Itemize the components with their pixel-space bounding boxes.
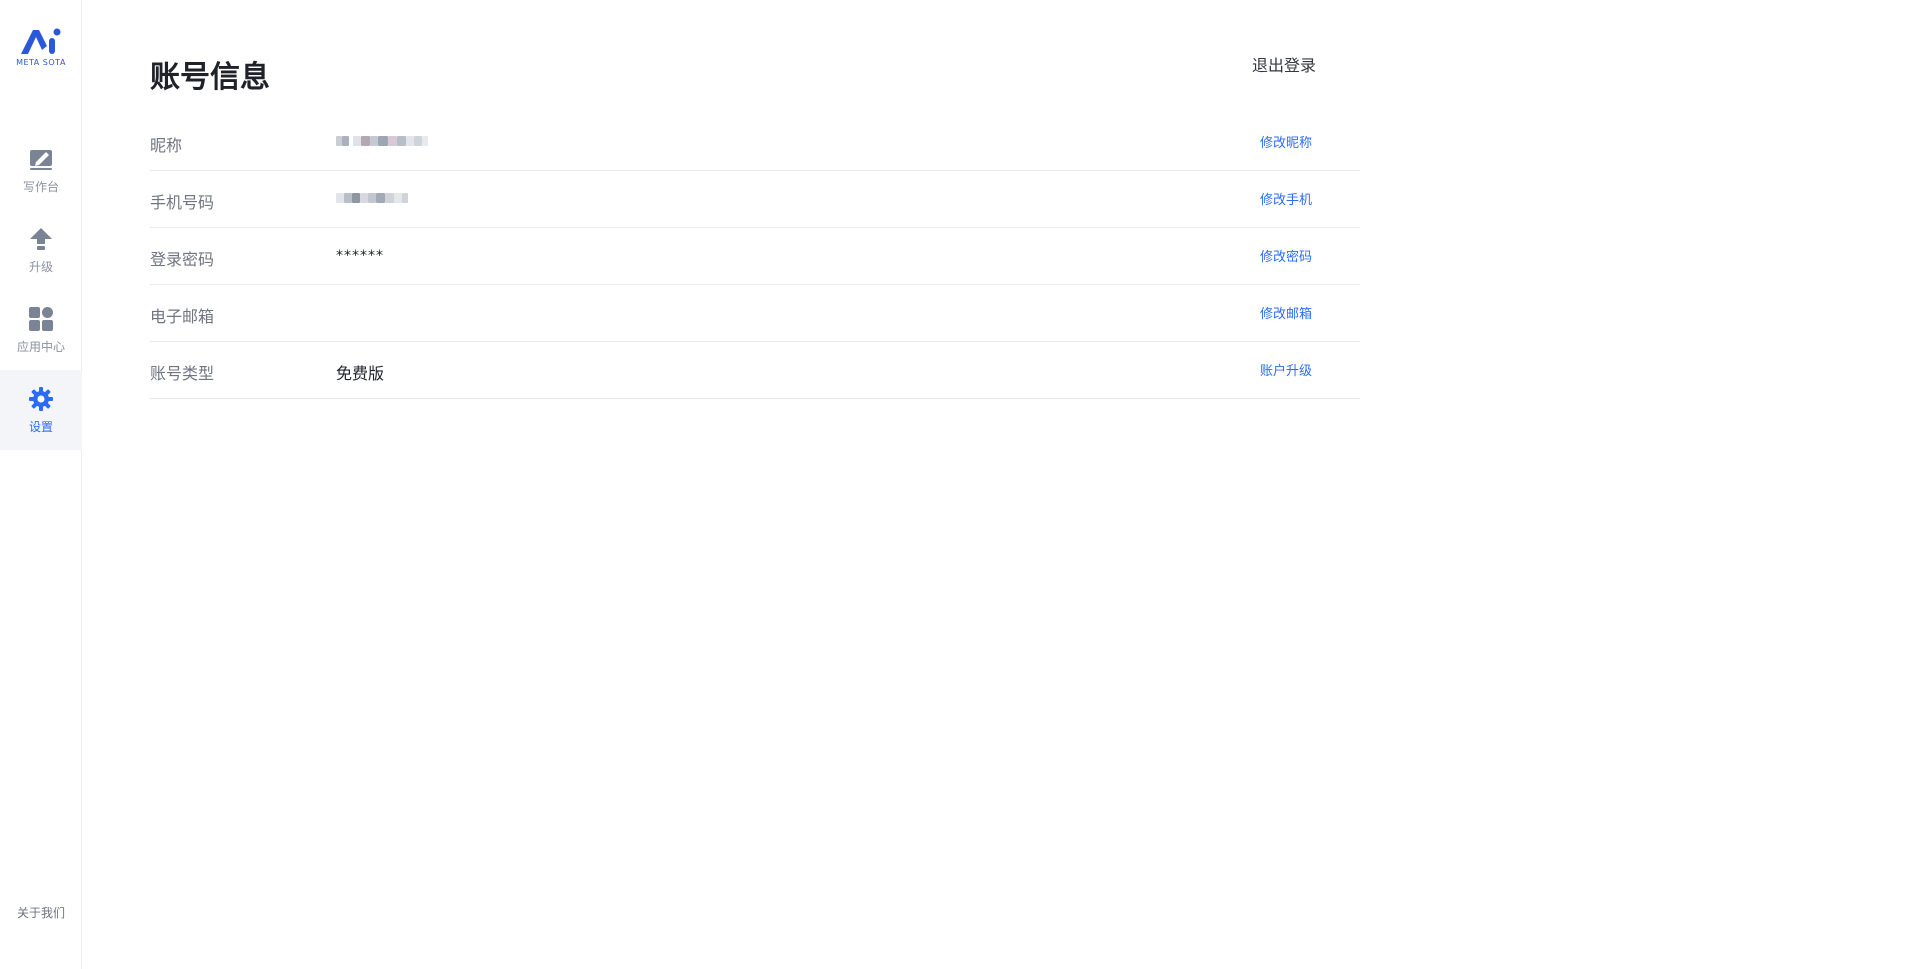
edit-password-link[interactable]: 修改密码: [1260, 246, 1312, 265]
row-label: 账号类型: [150, 364, 215, 383]
page-title: 账号信息: [150, 60, 270, 95]
sidebar-item-label: 设置: [28, 419, 53, 434]
info-row-nickname: 昵称 修改昵称: [150, 114, 1360, 171]
info-row-account-type: 账号类型 免费版 账户升级: [150, 342, 1360, 399]
row-label: 昵称: [150, 136, 183, 155]
sidebar: META SOTA 写作台 升级 应用中心 设置 关于我们: [0, 0, 82, 969]
sidebar-item-label: 应用中心: [16, 339, 65, 354]
redacted-nickname: [336, 136, 428, 148]
edit-email-link[interactable]: 修改邮箱: [1260, 303, 1312, 322]
account-type-value: 免费版: [336, 364, 385, 383]
edit-nickname-link[interactable]: 修改昵称: [1260, 132, 1312, 151]
row-label: 电子邮箱: [150, 307, 215, 326]
apps-grid-icon: [29, 306, 53, 331]
account-info-list: 昵称 修改昵称 手机号码 修改手机 登录密码 ****** 修改密码 电子邮箱: [150, 114, 1360, 399]
sidebar-item-write[interactable]: 写作台: [0, 130, 82, 210]
sidebar-item-upgrade[interactable]: 升级: [0, 210, 82, 290]
edit-icon: [30, 149, 52, 170]
password-value: ******: [336, 248, 384, 264]
logout-button[interactable]: 退出登录: [1252, 52, 1316, 76]
sidebar-item-apps[interactable]: 应用中心: [0, 290, 82, 370]
logo-mark-icon: [21, 28, 61, 54]
logo-text: META SOTA: [16, 58, 66, 67]
row-label: 手机号码: [150, 193, 215, 212]
upgrade-account-link[interactable]: 账户升级: [1260, 360, 1312, 379]
sidebar-item-label: 升级: [28, 259, 53, 274]
info-row-phone: 手机号码 修改手机: [150, 171, 1360, 228]
row-label: 登录密码: [150, 250, 215, 269]
edit-phone-link[interactable]: 修改手机: [1260, 189, 1312, 208]
gear-icon: [29, 386, 53, 411]
redacted-phone: [336, 193, 408, 205]
about-us-link[interactable]: 关于我们: [0, 904, 82, 921]
sidebar-item-settings[interactable]: 设置: [0, 370, 82, 450]
arrow-up-icon: [30, 227, 52, 250]
brand-logo[interactable]: META SOTA: [0, 26, 82, 76]
info-row-password: 登录密码 ****** 修改密码: [150, 228, 1360, 285]
sidebar-item-label: 写作台: [22, 179, 59, 194]
info-row-email: 电子邮箱 修改邮箱: [150, 285, 1360, 342]
